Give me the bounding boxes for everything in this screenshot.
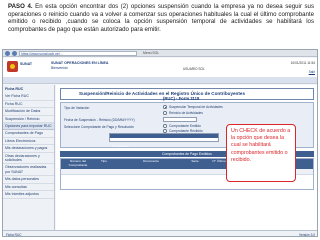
page-footer: Ficha RUC Versión 3.0 bbox=[3, 230, 317, 237]
sunat-logo: SUNAT bbox=[7, 61, 37, 72]
comprobante-mini-table: Comprobante bbox=[109, 133, 219, 148]
forward-button[interactable] bbox=[12, 50, 17, 56]
sunat-logo-icon bbox=[7, 61, 18, 72]
step-label: PASO 4. bbox=[8, 3, 33, 10]
suspension-radio[interactable] bbox=[163, 105, 167, 109]
sidebar-item[interactable]: Ver Ficha RUC bbox=[3, 93, 54, 101]
sidebar-item[interactable]: Observaciones realizadas por SUNAT bbox=[3, 164, 54, 177]
column-header: Número del Comprobante bbox=[68, 159, 88, 167]
callout-text: Un CHECK de acuerdo a la opción que dese… bbox=[231, 128, 291, 163]
sidebar-item[interactable]: Mis declaraciones y pagos bbox=[3, 145, 54, 153]
sidebar-item[interactable]: Mis datos personales bbox=[3, 176, 54, 184]
column-header: Serie bbox=[191, 159, 199, 163]
sidebar-title: Ficha RUC bbox=[5, 87, 24, 91]
fecha-input[interactable] bbox=[163, 117, 197, 122]
footer-left: Ficha RUC bbox=[6, 233, 22, 237]
tipo-variacion-label: Tipo de Variación bbox=[64, 106, 90, 110]
mini-table-header: Comprobante bbox=[110, 134, 218, 148]
column-header: Documento bbox=[143, 159, 159, 163]
comprobante-emitido-label: Comprobante Emitido bbox=[169, 124, 201, 129]
fecha-label: Fecha de Suspensión - Reinicio (DD/MM/YY… bbox=[64, 118, 135, 122]
instruction-text: En esta opción encontrar dos (2) opcione… bbox=[8, 3, 314, 33]
comprobante-emitido-checkbox[interactable] bbox=[163, 124, 167, 128]
browser-toolbar: https://www.sunat.gob.pe/... Menú SOL bbox=[3, 50, 317, 57]
instruction-paragraph: PASO 4. En esta opción encontrar dos (2)… bbox=[8, 3, 314, 33]
header-strip bbox=[3, 77, 317, 83]
reinicio-radio[interactable] bbox=[163, 111, 167, 115]
sidebar-item-active[interactable]: Suspensión / Reinicio bbox=[3, 116, 54, 124]
portal-header: SUNAT SUNAT OPERACIONES EN LÍNEA Bienven… bbox=[3, 58, 317, 84]
logout-link[interactable]: Salir bbox=[309, 70, 315, 74]
footer-right: Versión 3.0 bbox=[299, 233, 315, 237]
annotation-callout: Un CHECK de acuerdo a la opción que dese… bbox=[226, 124, 296, 182]
address-bar[interactable]: https://www.sunat.gob.pe/... bbox=[19, 50, 137, 56]
user-name: USUARIO SOL bbox=[183, 67, 205, 71]
sidebar-item[interactable]: Mis consultas bbox=[3, 184, 54, 192]
back-button[interactable] bbox=[5, 50, 10, 56]
session-date: 10/01/2011 11:54 bbox=[290, 61, 315, 65]
sidebar-item[interactable]: Libros Electrónicos bbox=[3, 138, 54, 146]
sidebar-group[interactable]: Opciones para Importar RUC bbox=[3, 123, 54, 131]
form-subtitle: (RUC) - Form 3118 bbox=[163, 95, 200, 101]
sidebar-item[interactable]: Mis trámites adjuntos bbox=[3, 191, 54, 199]
sidebar-item[interactable]: Comprobantes de Pago bbox=[3, 130, 54, 138]
sidebar-item[interactable]: Otras declaraciones y solicitudes bbox=[3, 153, 54, 165]
embedded-screenshot: https://www.sunat.gob.pe/... Menú SOL SU… bbox=[2, 49, 318, 237]
column-header: Tipo bbox=[101, 159, 107, 163]
comprobante-select-label: Seleccione Comprobante de Pago y Resoluc… bbox=[64, 125, 135, 129]
form-title: Suspensión/Reinicio de Actividades en el… bbox=[79, 91, 246, 96]
sidebar-menu: Ficha RUC Ver Ficha RUC Ficha RUC Modifi… bbox=[3, 85, 55, 236]
portal-title: SUNAT OPERACIONES EN LÍNEA bbox=[51, 61, 109, 65]
reinicio-option-label: Reinicio de Actividades bbox=[169, 111, 203, 116]
form-title-box: Suspensión/Reinicio de Actividades en el… bbox=[60, 88, 314, 101]
portal-welcome: Bienvenido bbox=[51, 66, 68, 70]
browser-right-text: Menú SOL bbox=[143, 51, 160, 55]
sidebar-item[interactable]: Modificación de Datos bbox=[3, 108, 54, 116]
sidebar-item[interactable]: Ficha RUC bbox=[3, 101, 54, 109]
suspension-option-label: Suspensión Temporal de Actividades bbox=[169, 105, 223, 110]
